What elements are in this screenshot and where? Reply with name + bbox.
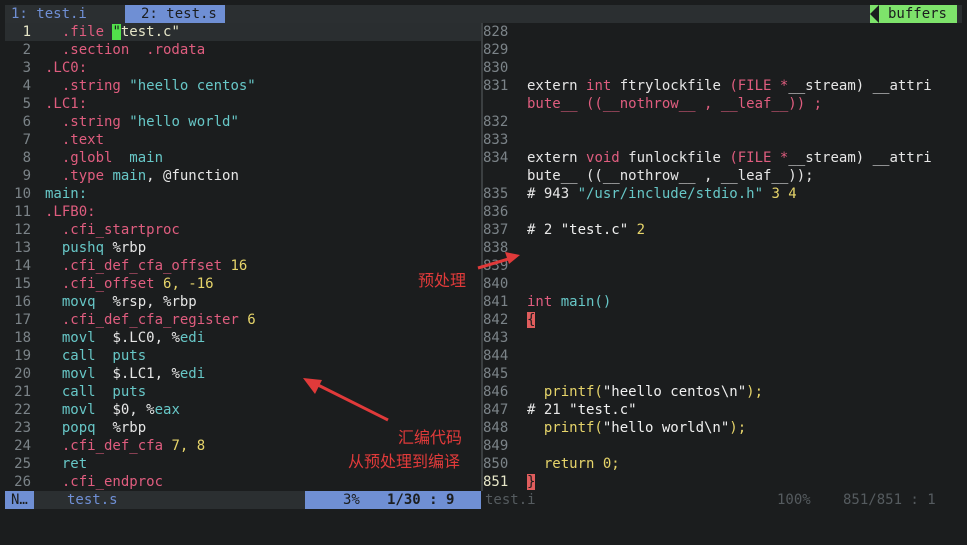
- annotation-preprocess: 预处理: [418, 271, 467, 290]
- annotation-compile: 从预处理到编译: [348, 452, 461, 471]
- arrow-preprocess: [477, 252, 520, 270]
- annotation-assembly: 汇编代码: [398, 428, 463, 447]
- annotation-arrows: [303, 252, 520, 422]
- arrow-assembly: [303, 378, 389, 422]
